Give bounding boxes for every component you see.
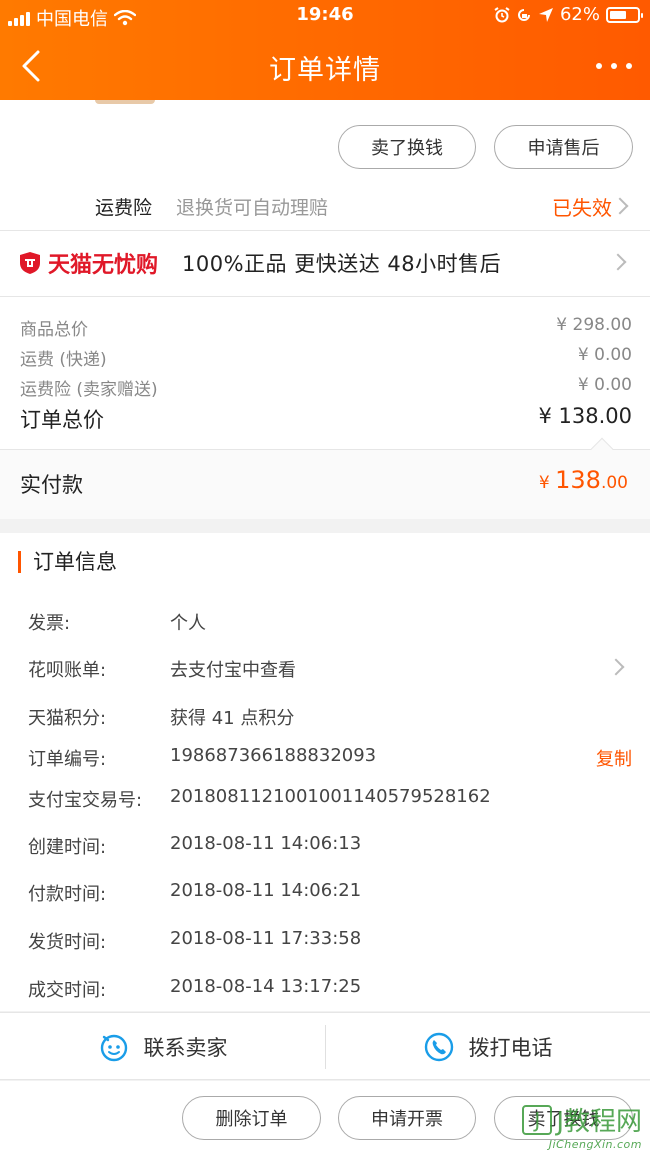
- paid-currency: ¥: [538, 473, 556, 493]
- contact-bar: 联系卖家 拨打电话: [0, 1012, 650, 1080]
- call-phone-label: 拨打电话: [468, 1036, 553, 1060]
- info-value: 去支付宝中查看: [170, 660, 296, 681]
- watermark-url: JiChengXin.com: [548, 1138, 642, 1151]
- insurance-desc: 退换货可自动理赔: [176, 197, 329, 219]
- info-key: 花呗账单:: [28, 660, 107, 681]
- chevron-right-icon: [609, 253, 627, 271]
- sell-button-top[interactable]: 卖了换钱: [338, 125, 476, 169]
- info-value: 2018-08-11 14:06:13: [170, 833, 362, 854]
- contact-seller-label: 联系卖家: [143, 1036, 228, 1060]
- order-info-title: 订单信息: [18, 551, 117, 573]
- info-value: 2018081121001001140579528162: [170, 786, 491, 807]
- insurance-fee-value: ¥ 0.00: [577, 375, 632, 395]
- info-value: 2018-08-14 13:17:25: [170, 976, 362, 997]
- shipping-insurance-row[interactable]: 运费险 退换货可自动理赔 已失效: [0, 180, 650, 230]
- dot-icon: [611, 63, 617, 69]
- delete-order-button[interactable]: 删除订单: [182, 1096, 321, 1140]
- info-key: 创建时间:: [28, 837, 107, 858]
- goods-total-value: ¥ 298.00: [556, 315, 632, 335]
- tmall-promise: 100%正品 更快送达 48小时售后: [182, 252, 502, 276]
- info-value: 198687366188832093: [170, 745, 377, 766]
- order-total-label: 订单总价: [20, 408, 104, 432]
- info-value: 2018-08-11 17:33:58: [170, 928, 362, 949]
- divider: [0, 296, 650, 297]
- info-row-huabei[interactable]: 花呗账单: 去支付宝中查看: [28, 656, 632, 682]
- insurance-fee-label: 运费险 (卖家赠送): [20, 380, 158, 400]
- order-total-row: 订单总价 ¥ 138.00: [20, 404, 632, 434]
- paid-decimal: .00: [600, 473, 628, 493]
- phone-icon: [424, 1032, 453, 1062]
- info-value: 2018-08-11 14:06:21: [170, 880, 362, 901]
- shipping-fee-value: ¥ 0.00: [577, 345, 632, 365]
- insurance-label: 运费险: [95, 197, 153, 219]
- dot-icon: [596, 63, 602, 69]
- info-key: 成交时间:: [28, 980, 107, 1001]
- info-key: 订单编号:: [28, 749, 107, 770]
- tmall-logo-text: 天猫无忧购: [48, 253, 159, 278]
- site-watermark: J J教程网 JiChengXin.com: [522, 1101, 642, 1151]
- chat-bubble-icon: [100, 1034, 127, 1062]
- info-key: 发货时间:: [28, 932, 107, 953]
- info-key: 天猫积分:: [28, 708, 107, 729]
- watermark-text: J教程网: [556, 1107, 642, 1137]
- tmall-logo: 天猫无忧购: [18, 247, 158, 279]
- info-key: 付款时间:: [28, 884, 107, 905]
- insurance-status: 已失效: [552, 196, 612, 220]
- tmall-shield-icon: [20, 252, 40, 274]
- tmall-guarantee-row[interactable]: 天猫无忧购 100%正品 更快送达 48小时售后: [0, 232, 650, 294]
- location-icon: [538, 7, 553, 22]
- order-total-value: ¥ 138.00: [538, 404, 632, 428]
- divider: [0, 230, 650, 231]
- contact-seller-button[interactable]: 联系卖家: [0, 1013, 325, 1081]
- shipping-fee-label: 运费 (快递): [20, 350, 107, 370]
- call-phone-button[interactable]: 拨打电话: [325, 1013, 650, 1081]
- page-title: 订单详情: [269, 55, 381, 86]
- chevron-right-icon: [611, 197, 629, 215]
- goods-total-row: 商品总价 ¥ 298.00: [20, 315, 632, 340]
- info-value: 获得 41 点积分: [170, 708, 295, 729]
- header-bar: 中国电信 19:46 62% 订单详情: [0, 0, 650, 100]
- insurance-fee-row: 运费险 (卖家赠送) ¥ 0.00: [20, 375, 632, 400]
- info-value: 个人: [170, 613, 206, 634]
- watermark-mark: J: [522, 1104, 553, 1135]
- paid-amount-box: 实付款 ¥ 138.00: [0, 437, 650, 519]
- battery-icon: [606, 6, 643, 23]
- info-key: 发票:: [28, 613, 71, 634]
- request-invoice-button[interactable]: 申请开票: [338, 1096, 476, 1140]
- chevron-right-icon: [607, 658, 625, 676]
- copy-button[interactable]: 复制: [596, 745, 632, 771]
- dot-icon: [626, 63, 632, 69]
- status-bar: 中国电信 19:46 62%: [0, 0, 650, 32]
- paid-label: 实付款: [20, 473, 83, 497]
- paid-value: ¥ 138.00: [539, 466, 628, 494]
- shipping-fee-row: 运费 (快递) ¥ 0.00: [20, 345, 632, 370]
- goods-total-label: 商品总价: [20, 320, 88, 340]
- more-button[interactable]: [596, 54, 632, 78]
- rotation-lock-icon: [518, 8, 530, 21]
- battery-percent: 62%: [559, 4, 600, 25]
- watermark-logo: J J教程网: [522, 1101, 642, 1138]
- info-key: 支付宝交易号:: [28, 790, 143, 811]
- aftersale-button[interactable]: 申请售后: [494, 125, 633, 169]
- status-right: 62%: [494, 4, 643, 25]
- alarm-icon: [494, 6, 510, 22]
- paid-integer: 138: [555, 466, 601, 494]
- product-image-fragment: [95, 100, 155, 104]
